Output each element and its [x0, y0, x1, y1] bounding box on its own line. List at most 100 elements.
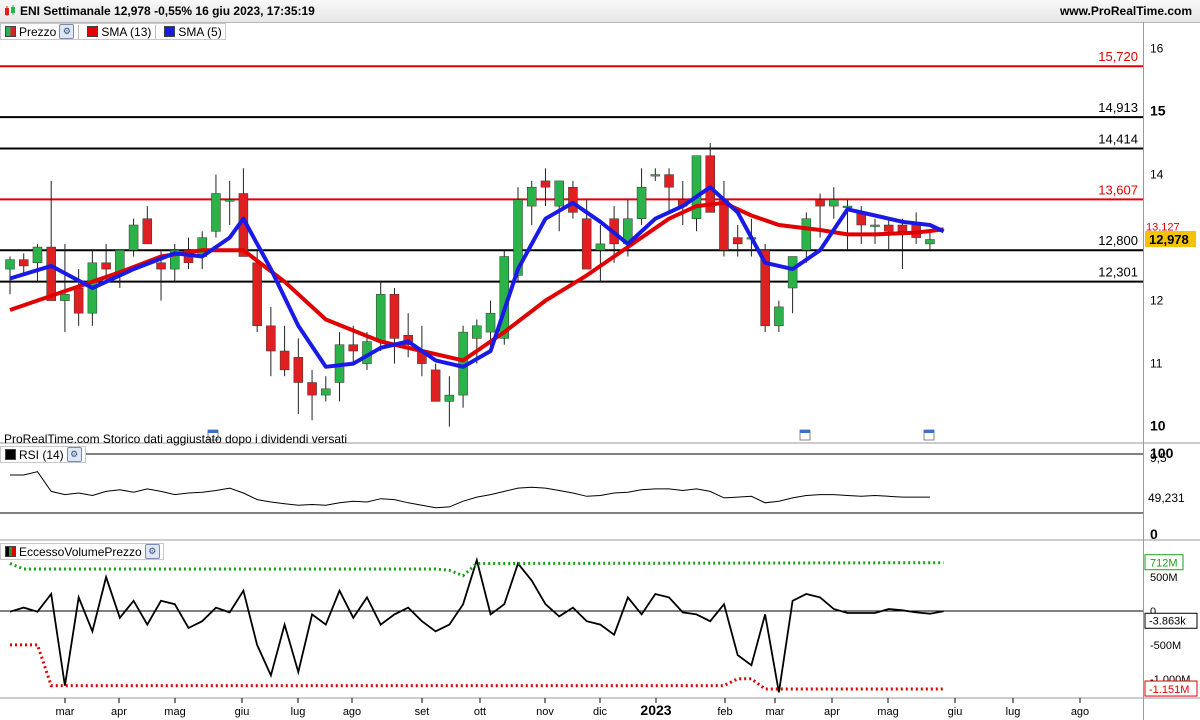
candle-body [5, 259, 15, 270]
candle-body [430, 369, 441, 402]
x-tick-label: nov [536, 706, 554, 718]
candle-body [375, 294, 386, 342]
volume-last-value: -3.863k [1149, 615, 1186, 627]
candle-body [897, 224, 908, 232]
candle-body [787, 256, 798, 289]
candle-body [472, 325, 482, 339]
price-panel: 15,720 14,913 14,414 13,607 12,800 12,301 [0, 49, 1200, 444]
candlestick-logo-icon [5, 5, 15, 16]
x-tick-label: dic [593, 706, 608, 718]
rsi-tick-0: 0 [1150, 526, 1158, 542]
candle-body [32, 246, 43, 264]
rsi-legend: RSI (14) ⚙ [0, 446, 86, 463]
wrench-settings-icon[interactable]: ⚙ [59, 24, 75, 39]
calendar-event-icon-header [800, 430, 810, 433]
x-tick-label: 2023 [640, 702, 671, 718]
candle-body [156, 262, 166, 270]
candle-body [279, 350, 290, 371]
candle-body [18, 259, 29, 267]
price-tick-label: 14 [1150, 168, 1164, 182]
level-label-0: 15,720 [1098, 49, 1138, 64]
candle-body [73, 287, 84, 314]
volume-lower-band [10, 643, 944, 691]
candle-body [293, 357, 304, 383]
x-tick-label: ago [1071, 706, 1089, 718]
chart-title: ENI Settimanale 12,978 -0,55% 16 giu 202… [20, 4, 315, 18]
candle-body [142, 218, 153, 245]
candle-body [774, 306, 784, 327]
x-tick-label: lug [291, 706, 306, 718]
sma13-legend-label: SMA (13) [101, 24, 152, 39]
volume-color-icon [5, 546, 16, 557]
volume-excess-panel [0, 556, 1143, 693]
sma5-legend-label: SMA (5) [178, 24, 222, 39]
candle-body [252, 262, 262, 327]
candle-body [801, 218, 812, 251]
dividend-note: ProRealTime.com Storico dati aggiustato … [4, 432, 348, 446]
level-label-4: 12,800 [1098, 233, 1138, 248]
candle-body [348, 344, 358, 352]
volume-legend: EccessoVolumePrezzo ⚙ [0, 543, 164, 560]
volume-tick-label: 500M [1150, 572, 1178, 584]
candle-body [101, 262, 111, 270]
rsi-line [10, 471, 930, 509]
y-axis-divider [1143, 22, 1144, 720]
volume-excess-line [9, 556, 944, 693]
candle-body [883, 224, 894, 232]
candle-body [485, 312, 496, 333]
y-axis: 161514131211109,513,12713,10512,97810004… [1144, 42, 1198, 697]
candle-body [829, 199, 839, 207]
x-tick-label: giu [948, 706, 963, 718]
candle-body [211, 193, 221, 232]
x-tick-label: apr [824, 706, 840, 718]
chart-area[interactable]: 15,720 14,913 14,414 13,607 12,800 12,301 mar… [0, 22, 1200, 720]
x-tick-label: ott [474, 706, 486, 718]
candle-body [581, 218, 592, 270]
candle-body [925, 239, 935, 245]
last-price-value: 12,978 [1149, 232, 1189, 247]
sma5-color-icon [164, 26, 176, 37]
lower-band-value: -1.151M [1149, 684, 1189, 696]
x-tick-label: ago [343, 706, 361, 718]
candle-body [719, 199, 729, 251]
candle-body [224, 199, 235, 202]
x-axis: mar apr mag giu lug ago set ott nov dic 2023 feb mar… [0, 697, 1200, 718]
candle-body [389, 294, 400, 339]
volume-legend-label: EccessoVolumePrezzo [19, 544, 142, 559]
price-color-icon [5, 26, 16, 37]
price-tick-label: 10 [1150, 418, 1166, 434]
candle-body [307, 382, 317, 396]
rsi-last-value: 49,231 [1148, 491, 1185, 505]
candle-body [526, 186, 537, 207]
price-tick-label: 16 [1150, 42, 1164, 56]
candle-body [46, 246, 56, 301]
rsi-tick-100: 100 [1150, 445, 1174, 461]
x-tick-label: apr [111, 706, 127, 718]
rsi-color-icon [5, 449, 16, 460]
price-tick-label: 15 [1150, 103, 1166, 119]
calendar-event-icon-header [924, 430, 934, 433]
price-tick-label: 11 [1150, 357, 1163, 371]
website-link[interactable]: www.ProRealTime.com [1060, 4, 1192, 18]
x-tick-label: mag [164, 706, 185, 718]
title-bar: ENI Settimanale 12,978 -0,55% 16 giu 202… [0, 0, 1200, 23]
level-label-2: 14,414 [1098, 132, 1138, 147]
candle-body [266, 325, 276, 352]
sma13-color-icon [87, 26, 99, 37]
candle-body [732, 237, 743, 245]
level-label-3: 13,607 [1098, 182, 1138, 197]
wrench-settings-icon[interactable]: ⚙ [66, 447, 82, 462]
candle-body [321, 388, 331, 396]
candle-body [664, 174, 674, 188]
candle-body [444, 394, 455, 402]
candle-body [540, 180, 551, 188]
candle-body [870, 224, 880, 227]
x-tick-label: feb [717, 706, 732, 718]
candle-body [815, 199, 825, 207]
x-tick-label: mar [766, 706, 785, 718]
x-tick-label: mag [877, 706, 898, 718]
x-tick-label: lug [1006, 706, 1021, 718]
candle-body [60, 294, 70, 301]
x-tick-label: set [415, 706, 430, 718]
wrench-settings-icon[interactable]: ⚙ [144, 544, 160, 559]
